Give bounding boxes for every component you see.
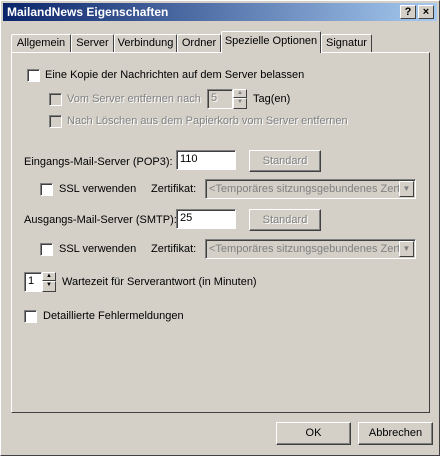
close-button[interactable]: × [418,5,434,19]
incoming-cert-label: Zertifikat: [151,183,197,195]
chevron-down-icon[interactable]: ▼ [399,181,414,197]
keep-copy-label: Eine Kopie der Nachrichten auf dem Serve… [45,69,305,81]
remove-after-days-input[interactable]: 5 [207,89,233,109]
outgoing-cert-label: Zertifikat: [151,243,197,255]
keep-copy-checkbox[interactable] [27,69,40,82]
spin-down-icon[interactable]: ▼ [42,281,56,292]
outgoing-ssl-checkbox[interactable] [40,243,53,256]
window-title: MailandNews Eigenschaften [7,5,169,19]
incoming-default-button[interactable]: Standard [249,150,321,172]
tab-spezielle-optionen[interactable]: Spezielle Optionen [221,31,321,53]
help-button[interactable]: ? [400,5,416,19]
cancel-button[interactable]: Abbrechen [358,422,433,445]
incoming-server-label: Eingangs-Mail-Server (POP3): [24,156,173,168]
tab-signatur[interactable]: Signatur [321,34,372,53]
outgoing-cert-value: <Temporäres sitzungsgebundenes Zertif [209,243,406,255]
outgoing-port-input[interactable]: 25 [176,209,236,229]
remove-after-checkbox[interactable] [49,93,62,106]
outgoing-ssl-label: SSL verwenden [59,243,137,255]
incoming-ssl-checkbox[interactable] [40,183,53,196]
remove-after-label: Vom Server entfernen nach [67,93,201,105]
ok-button[interactable]: OK [276,422,351,445]
chevron-down-icon[interactable]: ▼ [399,241,414,257]
incoming-cert-select[interactable]: <Temporäres sitzungsgebundenes Zertif ▼ [205,179,416,199]
close-icon: × [422,6,430,18]
timeout-spinner[interactable]: ▲ ▼ [42,272,56,292]
spin-up-icon[interactable]: ▲ [233,89,247,98]
detailed-errors-checkbox[interactable] [24,310,37,323]
tab-allgemein[interactable]: Allgemein [11,34,71,53]
tab-verbindung[interactable]: Verbindung [114,34,177,53]
tab-server[interactable]: Server [71,34,114,53]
timeout-label: Wartezeit für Serverantwort (in Minuten) [62,276,257,288]
remove-after-unit: Tag(en) [253,93,291,105]
tab-panel-spezielle-optionen: Eine Kopie der Nachrichten auf dem Serve… [11,52,430,413]
outgoing-cert-select[interactable]: <Temporäres sitzungsgebundenes Zertif ▼ [205,239,416,259]
remove-on-trash-checkbox[interactable] [49,115,62,128]
title-bar[interactable]: MailandNews Eigenschaften ? × [3,3,437,21]
remove-after-days-spinner[interactable]: ▲ ▼ [233,89,247,109]
help-icon: ? [404,6,412,18]
spin-down-icon[interactable]: ▼ [233,98,247,109]
outgoing-default-button[interactable]: Standard [249,209,321,231]
tab-ordner[interactable]: Ordner [177,34,221,53]
incoming-port-input[interactable]: 110 [176,150,236,170]
timeout-input[interactable]: 1 [24,272,42,292]
incoming-ssl-label: SSL verwenden [59,183,137,195]
spin-up-icon[interactable]: ▲ [42,272,56,281]
remove-on-trash-label: Nach Löschen aus dem Papierkorb vom Serv… [67,115,348,127]
outgoing-server-label: Ausgangs-Mail-Server (SMTP): [24,214,177,226]
properties-dialog: MailandNews Eigenschaften ? × Allgemein … [0,0,440,456]
incoming-cert-value: <Temporäres sitzungsgebundenes Zertif [209,183,406,195]
detailed-errors-label: Detaillierte Fehlermeldungen [43,310,184,322]
